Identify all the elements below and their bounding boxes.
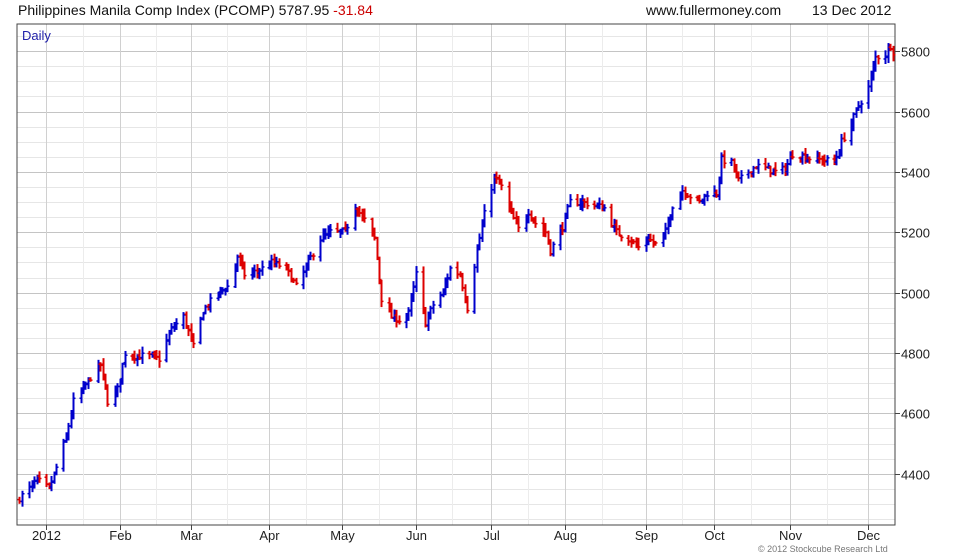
ohlc-bar bbox=[842, 132, 847, 143]
ohlc-bar bbox=[617, 225, 622, 237]
price-chart: Daily 4400 4600 4800 5000 5200 5400 5600 5800 2… bbox=[16, 23, 930, 543]
ohlc-bar bbox=[465, 295, 470, 314]
x-tick-label: May bbox=[330, 528, 355, 543]
ohlc-bar bbox=[169, 323, 174, 335]
ohlc-bar bbox=[866, 80, 871, 109]
ohlc-bar bbox=[768, 165, 773, 178]
ohlc-bar bbox=[225, 279, 230, 293]
ohlc-bar bbox=[609, 203, 614, 228]
y-tick-label: 5600 bbox=[901, 106, 930, 121]
x-tick-label: Apr bbox=[259, 528, 280, 543]
ohlc-bar bbox=[277, 258, 282, 269]
x-tick-label: Sep bbox=[635, 528, 658, 543]
y-tick-label: 5000 bbox=[901, 287, 930, 302]
y-tick-label: 5200 bbox=[901, 226, 930, 241]
y-axis: 4400 4600 4800 5000 5200 5400 5600 5800 bbox=[895, 45, 930, 483]
ohlc-bar bbox=[763, 158, 768, 171]
ohlc-bar bbox=[301, 265, 306, 290]
y-tick-label: 4400 bbox=[901, 468, 930, 483]
ohlc-bar bbox=[61, 438, 66, 472]
ohlc-bar bbox=[17, 496, 22, 504]
x-tick-label: Mar bbox=[180, 528, 203, 543]
ohlc-bar bbox=[411, 281, 416, 302]
x-tick-label: Nov bbox=[779, 528, 803, 543]
x-tick-label: Dec bbox=[857, 528, 881, 543]
x-tick-label: Aug bbox=[554, 528, 577, 543]
ohlc-bar bbox=[318, 235, 323, 262]
ohlc-bar bbox=[140, 346, 145, 364]
ohlc-bar bbox=[71, 392, 76, 420]
ohlc-bar bbox=[670, 206, 675, 221]
ohlc-bar bbox=[859, 100, 864, 114]
x-tick-label: Oct bbox=[704, 528, 725, 543]
copyright-notice: © 2012 Stockcube Research Ltd bbox=[758, 544, 888, 554]
ohlc-bar bbox=[619, 234, 624, 242]
ohlc-bar bbox=[585, 197, 590, 210]
ohlc-bar bbox=[311, 253, 316, 261]
ohlc-bar bbox=[705, 190, 710, 202]
ohlc-bar bbox=[722, 150, 727, 169]
ohlc-bar bbox=[626, 235, 631, 246]
ohlc-bar bbox=[592, 200, 597, 210]
ohlc-bar bbox=[455, 261, 460, 279]
grid-lines bbox=[17, 24, 895, 525]
ohlc-bar bbox=[568, 194, 573, 208]
x-tick-label: 2012 bbox=[32, 528, 61, 543]
x-axis: 2012 Feb Mar Apr May Jun Jul Aug Sep Oct Nov Dec bbox=[32, 525, 881, 543]
ohlc-bar bbox=[876, 54, 881, 65]
y-tick-label: 4800 bbox=[901, 347, 930, 362]
ohlc-bar bbox=[375, 236, 380, 261]
ohlc-bar bbox=[186, 325, 191, 337]
y-tick-label: 5800 bbox=[901, 45, 930, 60]
x-tick-label: Jul bbox=[483, 528, 500, 543]
period-label: Daily bbox=[22, 28, 51, 43]
ohlc-bar bbox=[472, 263, 477, 314]
ohlc-bar bbox=[54, 463, 59, 476]
ohlc-bar bbox=[729, 157, 734, 166]
ohlc-bar bbox=[198, 316, 203, 345]
ohlc-bar bbox=[414, 266, 419, 292]
ohlc-bar bbox=[746, 169, 751, 179]
plot-frame bbox=[16, 23, 896, 526]
x-tick-label: Feb bbox=[109, 528, 131, 543]
x-tick-label: Jun bbox=[406, 528, 427, 543]
y-tick-label: 5400 bbox=[901, 166, 930, 181]
ohlc-bar bbox=[431, 300, 436, 314]
y-tick-label: 4600 bbox=[901, 407, 930, 422]
ohlc-bar bbox=[551, 241, 556, 257]
